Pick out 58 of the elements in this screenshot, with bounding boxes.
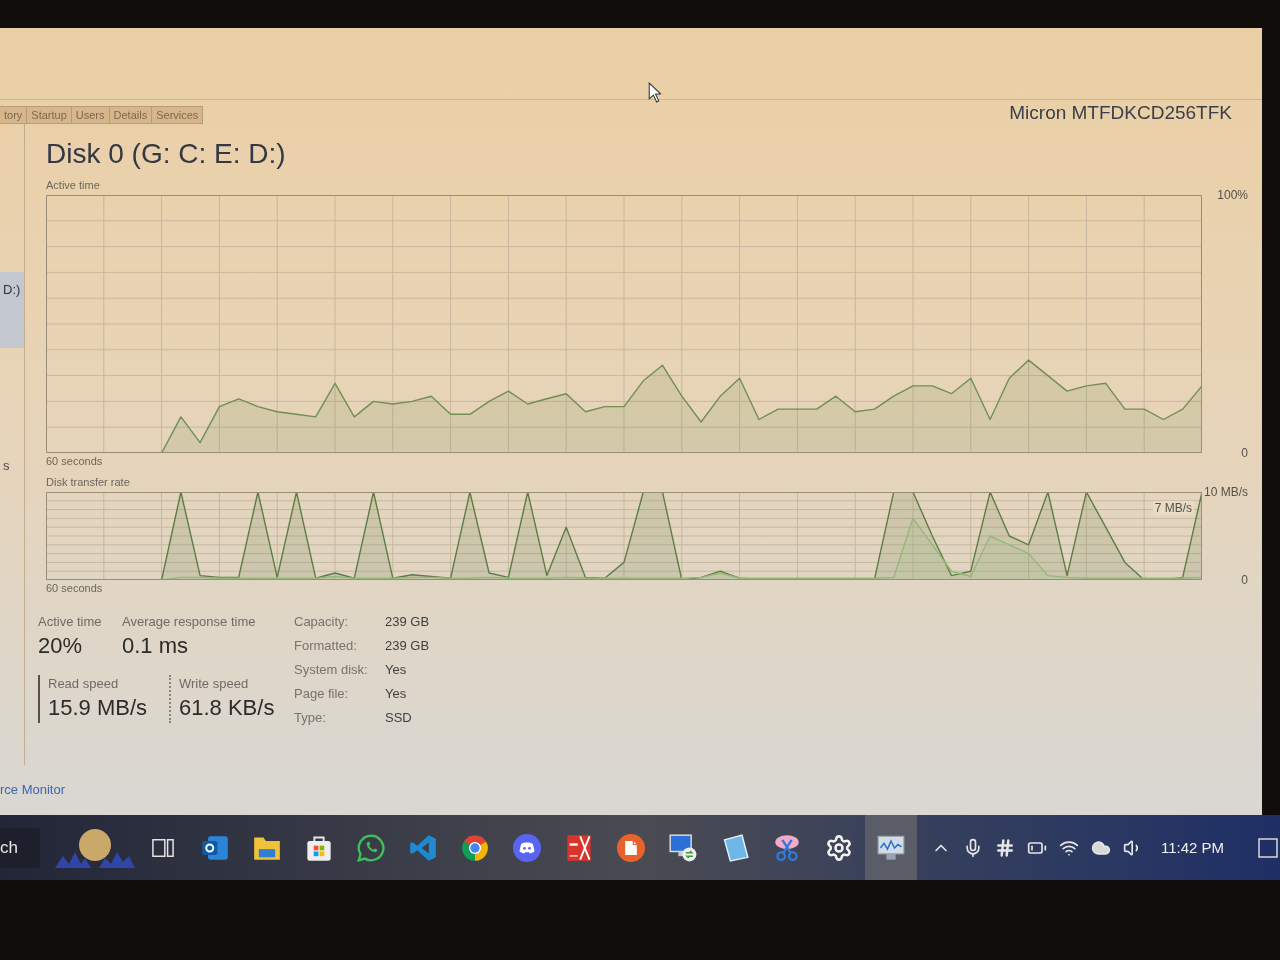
tablet-icon [721, 833, 749, 862]
tab[interactable]: Details [108, 106, 153, 124]
axis-tick-label: 100% [1217, 187, 1248, 203]
stat-label: Write speed [179, 675, 249, 693]
browser-icon [461, 833, 489, 862]
property-value: Yes [385, 661, 408, 679]
stat-label: Average response time [122, 613, 256, 631]
chart-title: Disk transfer rate [46, 475, 130, 489]
microphone-icon[interactable] [963, 836, 983, 859]
remote-desktop-icon [669, 833, 697, 862]
mail-app-icon [201, 833, 229, 862]
cursor-icon [648, 82, 661, 103]
x-axis-label: 60 seconds [46, 581, 103, 596]
stat-value: 15.9 MB/s [48, 694, 148, 722]
hash-icon[interactable] [995, 837, 1015, 858]
notification-icon[interactable] [1258, 837, 1278, 858]
controller-face-icon [513, 833, 541, 862]
property-label: Capacity: [294, 613, 350, 631]
disk-title: Disk 0 (G: C: E: D:) [46, 137, 286, 171]
annotation-label: 7 MB/s [1152, 501, 1194, 515]
search-field[interactable]: ch [0, 827, 40, 868]
property-value: SSD [385, 709, 413, 727]
property-label: Type: [294, 709, 327, 727]
x-axis-label: 60 seconds [46, 454, 103, 469]
pdf-document-icon [565, 833, 593, 862]
axis-tick-label: 0 [1241, 572, 1248, 588]
resource-monitor-link[interactable]: rce Monitor [0, 782, 66, 797]
stat-value: 61.8 KB/s [179, 694, 275, 722]
taskbar-app-button[interactable] [865, 815, 917, 880]
tab[interactable]: Users [70, 106, 110, 124]
property-value: 239 GB [385, 637, 430, 655]
stat-value: 20% [38, 632, 83, 660]
property-value: 239 GB [385, 613, 430, 631]
monitor-chart-icon [877, 833, 905, 862]
tab[interactable]: Services [151, 106, 204, 124]
code-editor-icon [409, 833, 437, 862]
moon-widget-icon [55, 827, 135, 868]
sidebar-item[interactable]: D:) [0, 272, 24, 348]
sidebar-item[interactable]: s [0, 458, 24, 474]
property-label: Formatted: [294, 637, 358, 655]
property-label: System disk: [294, 661, 369, 679]
axis-tick-label: 0 [1241, 445, 1248, 461]
settings-icon [825, 833, 853, 862]
office-app-icon [617, 833, 645, 862]
stat-label: Read speed [48, 675, 119, 693]
task-view-icon [152, 836, 174, 859]
axis-tick-label: 10 MB/s [1204, 484, 1248, 500]
disk-model: Micron MTFDKCD256TFK [1009, 102, 1232, 124]
clock[interactable]: 11:42 PM [1161, 838, 1225, 857]
chat-bubble-icon [357, 833, 385, 862]
stat-value: 0.1 ms [122, 632, 189, 660]
stat-label: Active time [38, 613, 102, 631]
tab[interactable]: Startup [26, 106, 72, 124]
tab[interactable]: tory [0, 106, 28, 124]
property-value: Yes [385, 685, 408, 703]
property-label: Page file: [294, 685, 350, 703]
chart-title: Active time [46, 178, 100, 192]
scissors-icon [773, 833, 801, 862]
